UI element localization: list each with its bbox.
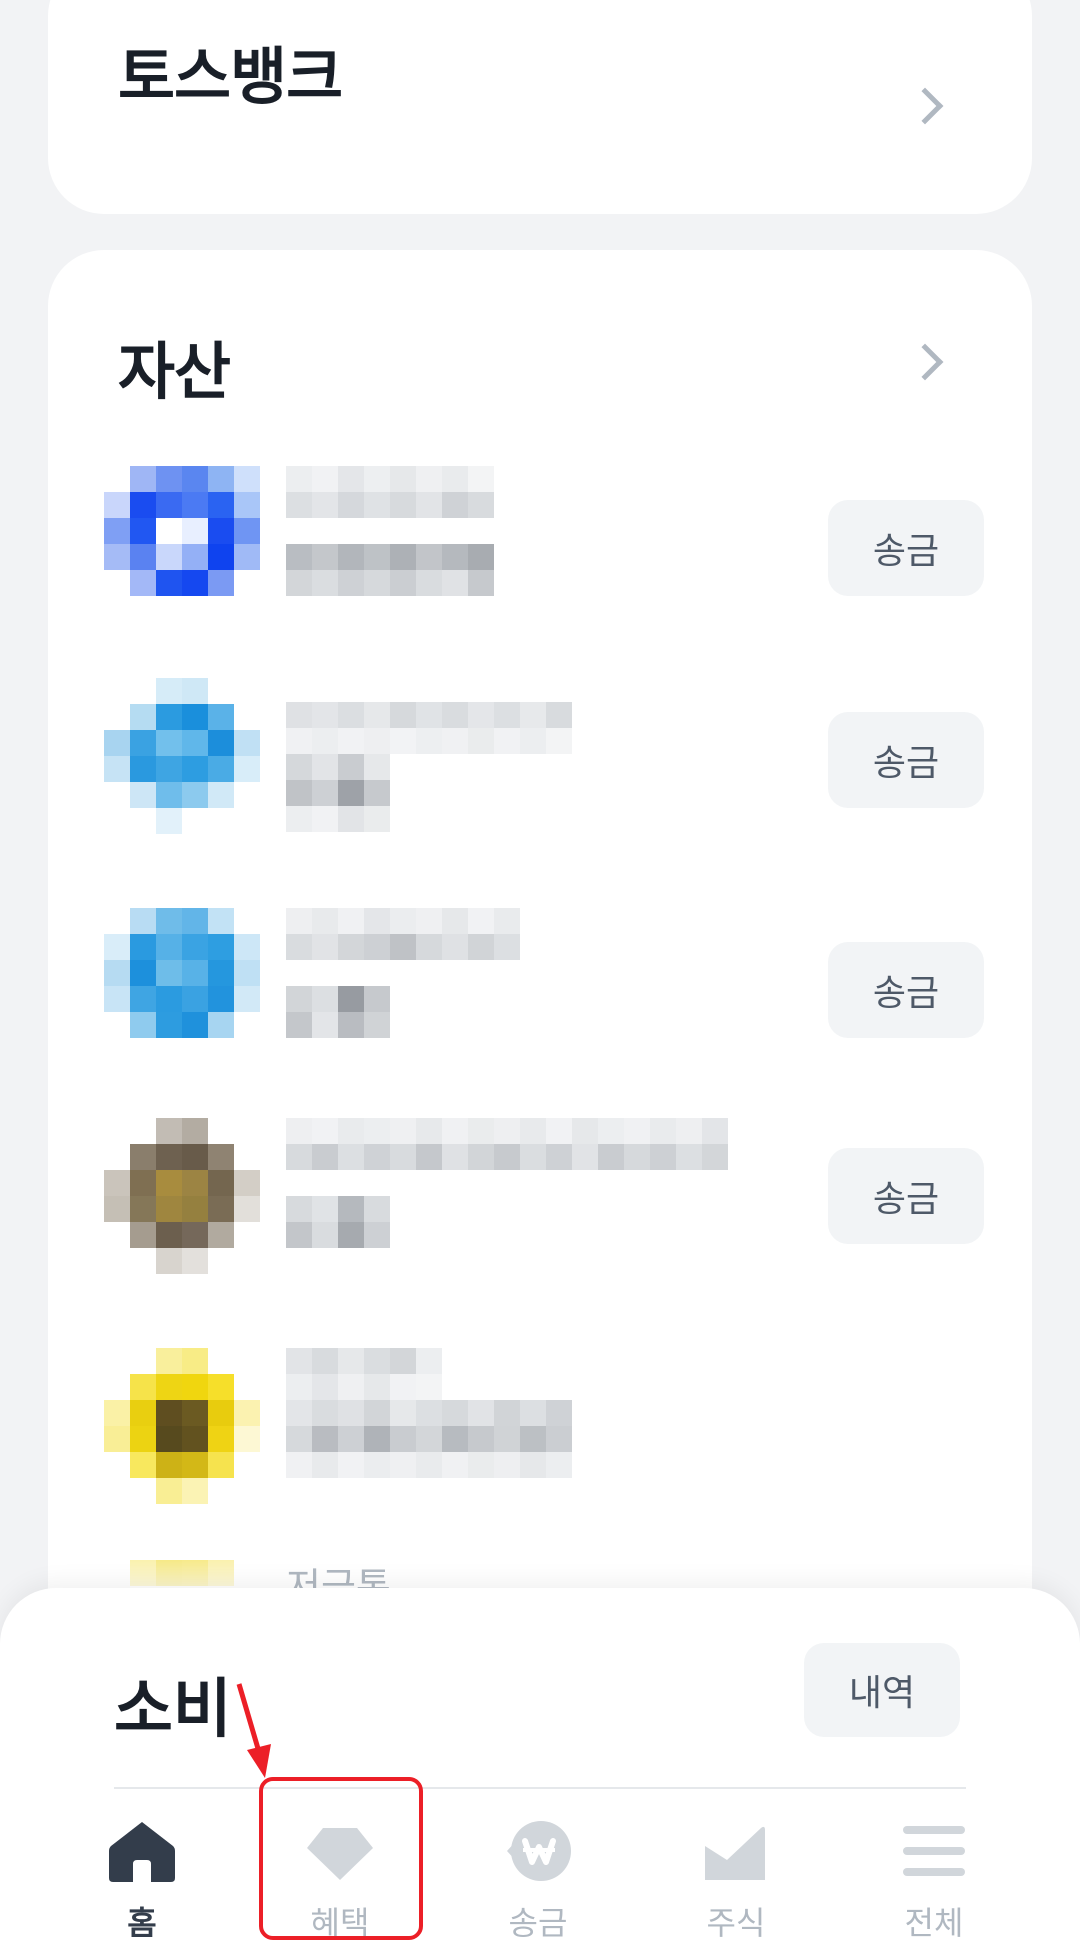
spending-title: 소비 [114, 1673, 232, 1747]
tab-label: 송금 [508, 1904, 568, 1942]
tab-bar: 홈 혜택 송금 주식 전체 [0, 1800, 1080, 1949]
divider [114, 1787, 966, 1789]
chart-icon [705, 1826, 765, 1880]
menu-icon [903, 1826, 965, 1876]
tab-home[interactable]: 홈 [42, 1800, 242, 1949]
asset-row[interactable]: 송금 [104, 1118, 984, 1278]
tab-all[interactable]: 전체 [834, 1800, 1034, 1949]
asset-row[interactable]: 송금 [104, 466, 984, 626]
tab-label: 전체 [904, 1904, 964, 1942]
screen: 토스뱅크 자산 송금 송금 송금 송금 저금통 소비 내역 홈 혜택 송금 주식… [0, 0, 1080, 1949]
chevron-right-icon [906, 87, 944, 125]
asset-info-redacted [286, 1348, 746, 1504]
history-button[interactable]: 내역 [804, 1643, 960, 1737]
tab-label: 주식 [706, 1904, 766, 1942]
bank-logo-icon [104, 908, 260, 1064]
bank-logo-icon [104, 1348, 260, 1504]
asset-row[interactable]: 송금 [104, 908, 984, 1068]
asset-row[interactable]: 송금 [104, 678, 984, 838]
tossbank-title: 토스뱅크 [118, 40, 343, 113]
asset-info-redacted [286, 678, 746, 834]
tab-transfer[interactable]: 송금 [438, 1800, 638, 1949]
home-icon [109, 1822, 175, 1882]
asset-info-redacted [286, 466, 746, 622]
send-button[interactable]: 송금 [828, 712, 984, 808]
won-coin-icon [507, 1821, 571, 1881]
send-button[interactable]: 송금 [828, 500, 984, 596]
asset-row[interactable] [104, 1348, 984, 1508]
asset-info-redacted [286, 1118, 746, 1274]
tab-label: 홈 [127, 1904, 157, 1942]
asset-info-redacted [286, 908, 746, 1064]
assets-title[interactable]: 자산 [118, 321, 231, 411]
send-button[interactable]: 송금 [828, 942, 984, 1038]
annotation-arrow-icon [236, 1683, 271, 1778]
annotation-highlight-box [259, 1777, 423, 1940]
scroll-fade [48, 1520, 1032, 1590]
tossbank-card[interactable]: 토스뱅크 [48, 0, 1032, 214]
assets-card: 자산 송금 송금 송금 송금 [48, 250, 1032, 1650]
chevron-right-icon[interactable] [906, 343, 944, 381]
bank-logo-icon [104, 1118, 260, 1274]
bank-logo-icon [104, 678, 260, 834]
send-button[interactable]: 송금 [828, 1148, 984, 1244]
tab-stocks[interactable]: 주식 [636, 1800, 836, 1949]
bank-logo-icon [104, 466, 260, 622]
